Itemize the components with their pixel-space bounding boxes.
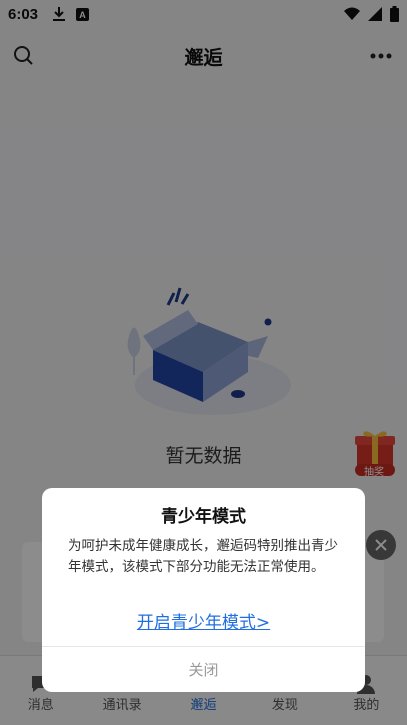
dialog-body: 为呵护未成年健康成长，邂逅码特别推出青少年模式，该模式下部分功能无法正常使用。 (68, 538, 338, 575)
dialog-link-wrap: 开启青少年模式> (42, 608, 365, 633)
dialog-title: 青少年模式 (161, 507, 246, 527)
enable-teen-mode-link[interactable]: 开启青少年模式> (137, 613, 270, 633)
teen-mode-dialog: 青少年模式 为呵护未成年健康成长，邂逅码特别推出青少年模式，该模式下部分功能无法… (42, 488, 365, 692)
dialog-close-button[interactable]: 关闭 (42, 647, 365, 692)
